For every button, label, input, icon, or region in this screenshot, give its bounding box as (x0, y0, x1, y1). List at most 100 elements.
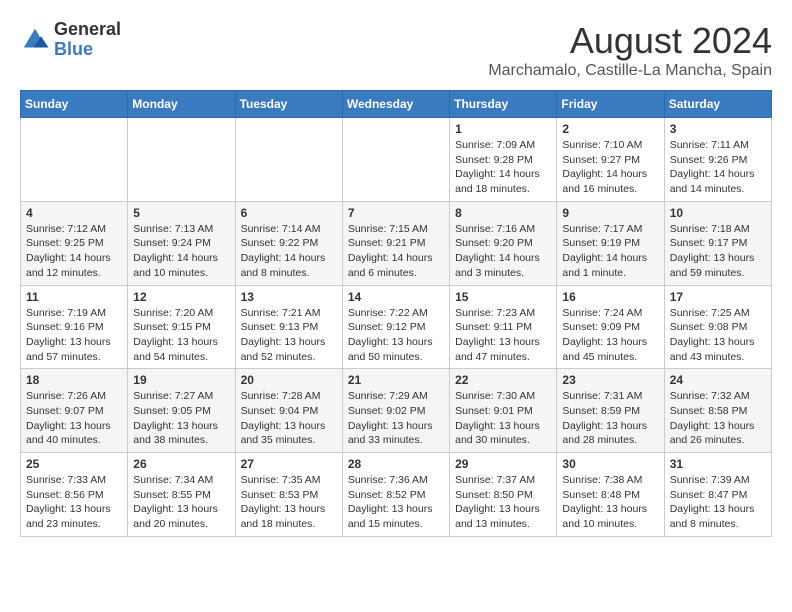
calendar-cell: 25 Sunrise: 7:33 AMSunset: 8:56 PMDayligh… (21, 453, 128, 537)
calendar-cell: 10 Sunrise: 7:18 AMSunset: 9:17 PMDayligh… (664, 201, 771, 285)
day-number: 30 (562, 457, 658, 471)
calendar-cell (128, 118, 235, 202)
day-info: Sunrise: 7:32 AMSunset: 8:58 PMDaylight:… (670, 389, 766, 448)
calendar-cell: 31 Sunrise: 7:39 AMSunset: 8:47 PMDayligh… (664, 453, 771, 537)
day-number: 17 (670, 290, 766, 304)
day-number: 3 (670, 122, 766, 136)
calendar-cell: 3 Sunrise: 7:11 AMSunset: 9:26 PMDaylight… (664, 118, 771, 202)
day-number: 19 (133, 373, 229, 387)
calendar-cell: 16Sunrise: 7:24 AMSunset: 9:09 PMDayligh… (557, 285, 664, 369)
day-number: 13 (241, 290, 337, 304)
calendar-cell: 19 Sunrise: 7:27 AMSunset: 9:05 PMDayligh… (128, 369, 235, 453)
logo-icon (20, 25, 50, 55)
calendar-cell: 4 Sunrise: 7:12 AMSunset: 9:25 PMDaylight… (21, 201, 128, 285)
day-info: Sunrise: 7:37 AMSunset: 8:50 PMDaylight:… (455, 473, 551, 532)
day-number: 15 (455, 290, 551, 304)
column-header-saturday: Saturday (664, 91, 771, 118)
day-info: Sunrise: 7:13 AMSunset: 9:24 PMDaylight:… (133, 222, 229, 281)
day-info: Sunrise: 7:21 AMSunset: 9:13 PMDaylight:… (241, 306, 337, 365)
day-info: Sunrise: 7:39 AMSunset: 8:47 PMDaylight:… (670, 473, 766, 532)
calendar-cell: 15 Sunrise: 7:23 AMSunset: 9:11 PMDayligh… (450, 285, 557, 369)
calendar-cell: 8 Sunrise: 7:16 AMSunset: 9:20 PMDaylight… (450, 201, 557, 285)
day-number: 9 (562, 206, 658, 220)
day-info: Sunrise: 7:22 AMSunset: 9:12 PMDaylight:… (348, 306, 444, 365)
day-info: Sunrise: 7:11 AMSunset: 9:26 PMDaylight:… (670, 138, 766, 197)
calendar-week-3: 11Sunrise: 7:19 AMSunset: 9:16 PMDayligh… (21, 285, 772, 369)
day-info: Sunrise: 7:23 AMSunset: 9:11 PMDaylight:… (455, 306, 551, 365)
day-info: Sunrise: 7:16 AMSunset: 9:20 PMDaylight:… (455, 222, 551, 281)
day-info: Sunrise: 7:26 AMSunset: 9:07 PMDaylight:… (26, 389, 122, 448)
calendar-cell: 13 Sunrise: 7:21 AMSunset: 9:13 PMDayligh… (235, 285, 342, 369)
calendar-cell: 6 Sunrise: 7:14 AMSunset: 9:22 PMDaylight… (235, 201, 342, 285)
calendar-cell: 23 Sunrise: 7:31 AMSunset: 8:59 PMDayligh… (557, 369, 664, 453)
day-number: 1 (455, 122, 551, 136)
column-header-wednesday: Wednesday (342, 91, 449, 118)
day-number: 14 (348, 290, 444, 304)
day-number: 28 (348, 457, 444, 471)
day-info: Sunrise: 7:10 AMSunset: 9:27 PMDaylight:… (562, 138, 658, 197)
day-info: Sunrise: 7:20 AMSunset: 9:15 PMDaylight:… (133, 306, 229, 365)
calendar-week-5: 25 Sunrise: 7:33 AMSunset: 8:56 PMDayligh… (21, 453, 772, 537)
day-info: Sunrise: 7:12 AMSunset: 9:25 PMDaylight:… (26, 222, 122, 281)
month-title: August 2024 (488, 20, 772, 62)
calendar-cell: 20 Sunrise: 7:28 AMSunset: 9:04 PMDayligh… (235, 369, 342, 453)
calendar-table: SundayMondayTuesdayWednesdayThursdayFrid… (20, 90, 772, 537)
calendar-cell: 12Sunrise: 7:20 AMSunset: 9:15 PMDayligh… (128, 285, 235, 369)
day-number: 21 (348, 373, 444, 387)
day-number: 8 (455, 206, 551, 220)
calendar-week-2: 4 Sunrise: 7:12 AMSunset: 9:25 PMDaylight… (21, 201, 772, 285)
day-number: 27 (241, 457, 337, 471)
day-info: Sunrise: 7:29 AMSunset: 9:02 PMDaylight:… (348, 389, 444, 448)
day-info: Sunrise: 7:09 AMSunset: 9:28 PMDaylight:… (455, 138, 551, 197)
calendar-cell: 22Sunrise: 7:30 AMSunset: 9:01 PMDayligh… (450, 369, 557, 453)
day-number: 22 (455, 373, 551, 387)
calendar-cell: 14 Sunrise: 7:22 AMSunset: 9:12 PMDayligh… (342, 285, 449, 369)
day-number: 10 (670, 206, 766, 220)
day-number: 31 (670, 457, 766, 471)
day-info: Sunrise: 7:27 AMSunset: 9:05 PMDaylight:… (133, 389, 229, 448)
day-number: 24 (670, 373, 766, 387)
day-number: 6 (241, 206, 337, 220)
calendar-cell: 9 Sunrise: 7:17 AMSunset: 9:19 PMDaylight… (557, 201, 664, 285)
calendar-cell: 2 Sunrise: 7:10 AMSunset: 9:27 PMDaylight… (557, 118, 664, 202)
calendar-cell (21, 118, 128, 202)
day-number: 23 (562, 373, 658, 387)
calendar-week-4: 18 Sunrise: 7:26 AMSunset: 9:07 PMDayligh… (21, 369, 772, 453)
calendar-cell: 28 Sunrise: 7:36 AMSunset: 8:52 PMDayligh… (342, 453, 449, 537)
day-number: 25 (26, 457, 122, 471)
calendar-cell (235, 118, 342, 202)
day-info: Sunrise: 7:28 AMSunset: 9:04 PMDaylight:… (241, 389, 337, 448)
calendar-cell: 1 Sunrise: 7:09 AMSunset: 9:28 PMDaylight… (450, 118, 557, 202)
day-number: 5 (133, 206, 229, 220)
logo-general: General (54, 20, 121, 40)
calendar-cell: 18 Sunrise: 7:26 AMSunset: 9:07 PMDayligh… (21, 369, 128, 453)
calendar-cell: 26Sunrise: 7:34 AMSunset: 8:55 PMDayligh… (128, 453, 235, 537)
column-header-friday: Friday (557, 91, 664, 118)
day-info: Sunrise: 7:33 AMSunset: 8:56 PMDaylight:… (26, 473, 122, 532)
logo-text: General Blue (54, 20, 121, 60)
calendar-cell: 24 Sunrise: 7:32 AMSunset: 8:58 PMDayligh… (664, 369, 771, 453)
day-info: Sunrise: 7:36 AMSunset: 8:52 PMDaylight:… (348, 473, 444, 532)
calendar-cell: 21 Sunrise: 7:29 AMSunset: 9:02 PMDayligh… (342, 369, 449, 453)
day-number: 20 (241, 373, 337, 387)
calendar-cell: 27Sunrise: 7:35 AMSunset: 8:53 PMDayligh… (235, 453, 342, 537)
day-info: Sunrise: 7:18 AMSunset: 9:17 PMDaylight:… (670, 222, 766, 281)
column-header-sunday: Sunday (21, 91, 128, 118)
day-info: Sunrise: 7:38 AMSunset: 8:48 PMDaylight:… (562, 473, 658, 532)
day-info: Sunrise: 7:31 AMSunset: 8:59 PMDaylight:… (562, 389, 658, 448)
day-number: 7 (348, 206, 444, 220)
logo-blue: Blue (54, 40, 121, 60)
calendar-cell: 11Sunrise: 7:19 AMSunset: 9:16 PMDayligh… (21, 285, 128, 369)
day-number: 11 (26, 290, 122, 304)
calendar-cell: 17Sunrise: 7:25 AMSunset: 9:08 PMDayligh… (664, 285, 771, 369)
day-number: 2 (562, 122, 658, 136)
day-info: Sunrise: 7:15 AMSunset: 9:21 PMDaylight:… (348, 222, 444, 281)
day-info: Sunrise: 7:17 AMSunset: 9:19 PMDaylight:… (562, 222, 658, 281)
column-header-monday: Monday (128, 91, 235, 118)
day-number: 4 (26, 206, 122, 220)
calendar-cell (342, 118, 449, 202)
day-number: 18 (26, 373, 122, 387)
calendar-cell: 29Sunrise: 7:37 AMSunset: 8:50 PMDayligh… (450, 453, 557, 537)
day-info: Sunrise: 7:14 AMSunset: 9:22 PMDaylight:… (241, 222, 337, 281)
column-header-thursday: Thursday (450, 91, 557, 118)
